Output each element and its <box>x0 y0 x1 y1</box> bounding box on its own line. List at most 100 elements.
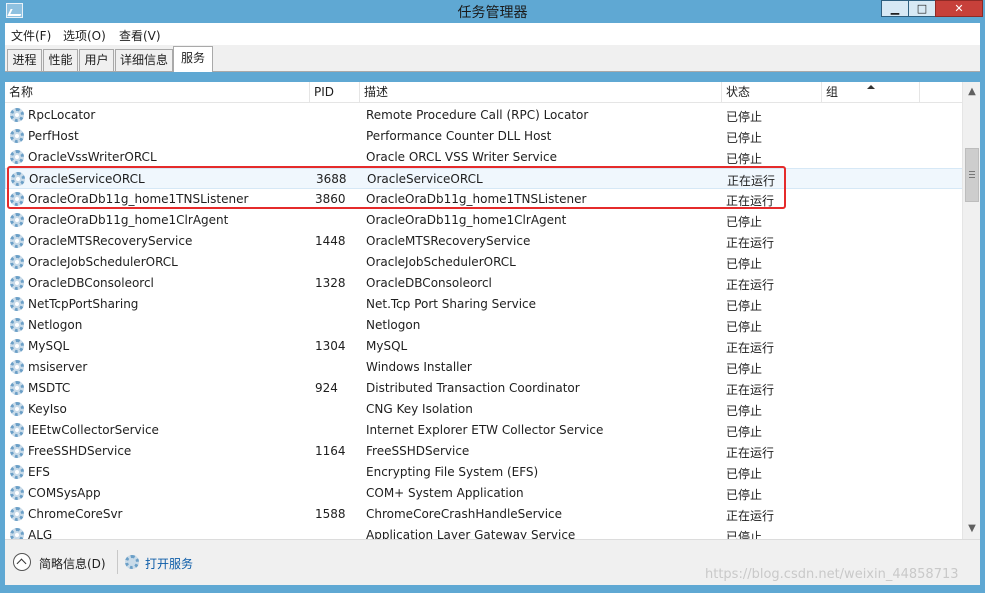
table-row[interactable]: RpcLocator Remote Procedure Call (RPC) Lo… <box>5 105 965 126</box>
service-description: CNG Key Isolation <box>366 402 473 416</box>
service-gear-icon <box>10 423 24 437</box>
service-status: 已停止 <box>726 425 763 439</box>
service-gear-icon <box>10 465 24 479</box>
service-name: Netlogon <box>28 318 83 332</box>
table-row[interactable]: MSDTC 924 Distributed Transaction Coordina… <box>5 378 965 399</box>
service-gear-icon <box>10 150 24 164</box>
service-name: ChromeCoreSvr <box>28 507 123 521</box>
service-name: FreeSSHDService <box>28 444 132 458</box>
service-status: 已停止 <box>726 467 763 481</box>
table-row[interactable]: OracleOraDb11g_home1ClrAgent OracleOraDb1… <box>5 210 965 231</box>
watermark: https://blog.csdn.net/weixin_44858713 <box>705 567 959 582</box>
table-row[interactable]: KeyIso CNG Key Isolation 已停止 <box>5 399 965 420</box>
service-gear-icon <box>10 318 24 332</box>
footer-divider <box>117 550 118 574</box>
table-row[interactable]: msiserver Windows Installer 已停止 <box>5 357 965 378</box>
vertical-scrollbar[interactable]: ▲ ▼ <box>962 82 980 539</box>
service-gear-icon <box>10 297 24 311</box>
table-row[interactable]: EFS Encrypting File System (EFS) 已停止 <box>5 462 965 483</box>
service-pid: 1328 <box>315 276 346 290</box>
table-row[interactable]: PerfHost Performance Counter DLL Host 已停止 <box>5 126 965 147</box>
maximize-button[interactable]: □ <box>908 0 936 17</box>
service-gear-icon <box>10 276 24 290</box>
service-description: FreeSSHDService <box>366 444 470 458</box>
scroll-up-icon[interactable]: ▲ <box>965 84 979 100</box>
table-row[interactable]: ChromeCoreSvr 1588 ChromeCoreCrashHandleSe… <box>5 504 965 525</box>
service-status: 已停止 <box>726 530 763 539</box>
service-description: Remote Procedure Call (RPC) Locator <box>366 108 589 122</box>
service-gear-icon <box>10 129 24 143</box>
service-name: EFS <box>28 465 50 479</box>
table-row[interactable]: Netlogon Netlogon 已停止 <box>5 315 965 336</box>
service-status: 正在运行 <box>726 509 775 523</box>
service-description: OracleOraDb11g_home1ClrAgent <box>366 213 567 227</box>
scroll-down-icon[interactable]: ▼ <box>965 521 979 537</box>
tab-performance[interactable]: 性能 <box>43 49 78 71</box>
column-header-description[interactable]: 描述 <box>360 82 722 103</box>
service-name: RpcLocator <box>28 108 96 122</box>
service-status: 已停止 <box>726 131 763 145</box>
column-header-pid[interactable]: PID <box>310 82 360 103</box>
menu-view[interactable]: 查看(V) <box>119 27 161 44</box>
grip-icon <box>969 171 975 178</box>
service-gear-icon <box>10 486 24 500</box>
collapse-chevron-icon[interactable] <box>13 553 31 571</box>
service-description: Performance Counter DLL Host <box>366 129 552 143</box>
service-description: Internet Explorer ETW Collector Service <box>366 423 604 437</box>
table-row[interactable]: MySQL 1304 MySQL 正在运行 <box>5 336 965 357</box>
service-description: MySQL <box>366 339 408 353</box>
service-name: IEEtwCollectorService <box>28 423 159 437</box>
service-name: OracleVssWriterORCL <box>28 150 157 164</box>
close-button[interactable]: ✕ <box>935 0 983 17</box>
column-header-name[interactable]: 名称 <box>5 82 310 103</box>
services-gear-icon <box>125 555 139 569</box>
service-name: COMSysApp <box>28 486 101 500</box>
service-gear-icon <box>10 339 24 353</box>
service-description: Oracle ORCL VSS Writer Service <box>366 150 557 164</box>
minimize-button[interactable]: ▁ <box>881 0 909 17</box>
service-status: 正在运行 <box>726 341 775 355</box>
service-name: OracleOraDb11g_home1ClrAgent <box>28 213 229 227</box>
service-pid: 1448 <box>315 234 346 248</box>
table-row[interactable]: OracleDBConsoleorcl 1328 OracleDBConsoleor… <box>5 273 965 294</box>
service-gear-icon <box>10 108 24 122</box>
table-row[interactable]: ALG Application Layer Gateway Service 已停止 <box>5 525 965 539</box>
service-status: 正在运行 <box>726 278 775 292</box>
service-name: ALG <box>28 528 53 539</box>
column-header-status[interactable]: 状态 <box>722 82 822 103</box>
service-status: 已停止 <box>726 152 763 166</box>
services-list: 名称 PID 描述 状态 组 RpcLocator Remote Procedur… <box>5 82 980 539</box>
open-services-link[interactable]: 打开服务 <box>145 555 193 572</box>
menu-file[interactable]: 文件(F) <box>11 27 51 44</box>
table-row[interactable]: FreeSSHDService 1164 FreeSSHDService 正在运行 <box>5 441 965 462</box>
sort-ascending-icon <box>867 85 875 89</box>
table-row[interactable]: OracleMTSRecoveryService 1448 OracleMTSRec… <box>5 231 965 252</box>
tab-processes[interactable]: 进程 <box>7 49 42 71</box>
service-gear-icon <box>10 528 24 539</box>
service-gear-icon <box>10 360 24 374</box>
service-status: 已停止 <box>726 362 763 376</box>
table-row[interactable]: OracleJobSchedulerORCL OracleJobScheduler… <box>5 252 965 273</box>
table-row[interactable]: OracleVssWriterORCL Oracle ORCL VSS Write… <box>5 147 965 168</box>
menu-bar: 文件(F) 选项(O) 查看(V) <box>5 23 980 45</box>
tab-services[interactable]: 服务 <box>173 46 213 72</box>
tab-users[interactable]: 用户 <box>79 49 114 71</box>
service-name: KeyIso <box>28 402 67 416</box>
service-status: 正在运行 <box>726 236 775 250</box>
table-row[interactable]: IEEtwCollectorService Internet Explorer E… <box>5 420 965 441</box>
service-status: 正在运行 <box>726 383 775 397</box>
service-gear-icon <box>10 213 24 227</box>
service-description: ChromeCoreCrashHandleService <box>366 507 563 521</box>
title-bar[interactable]: 任务管理器 ▁ □ ✕ <box>0 0 985 22</box>
service-name: OracleDBConsoleorcl <box>28 276 154 290</box>
table-row[interactable]: NetTcpPortSharing Net.Tcp Port Sharing Se… <box>5 294 965 315</box>
scrollbar-thumb[interactable] <box>965 148 979 202</box>
table-row[interactable]: COMSysApp COM+ System Application 已停止 <box>5 483 965 504</box>
service-description: Net.Tcp Port Sharing Service <box>366 297 537 311</box>
menu-options[interactable]: 选项(O) <box>63 27 106 44</box>
tab-details[interactable]: 详细信息 <box>115 49 173 71</box>
less-details-button[interactable]: 简略信息(D) <box>39 555 106 572</box>
service-status: 已停止 <box>726 488 763 502</box>
service-status: 已停止 <box>726 320 763 334</box>
service-description: Application Layer Gateway Service <box>366 528 576 539</box>
